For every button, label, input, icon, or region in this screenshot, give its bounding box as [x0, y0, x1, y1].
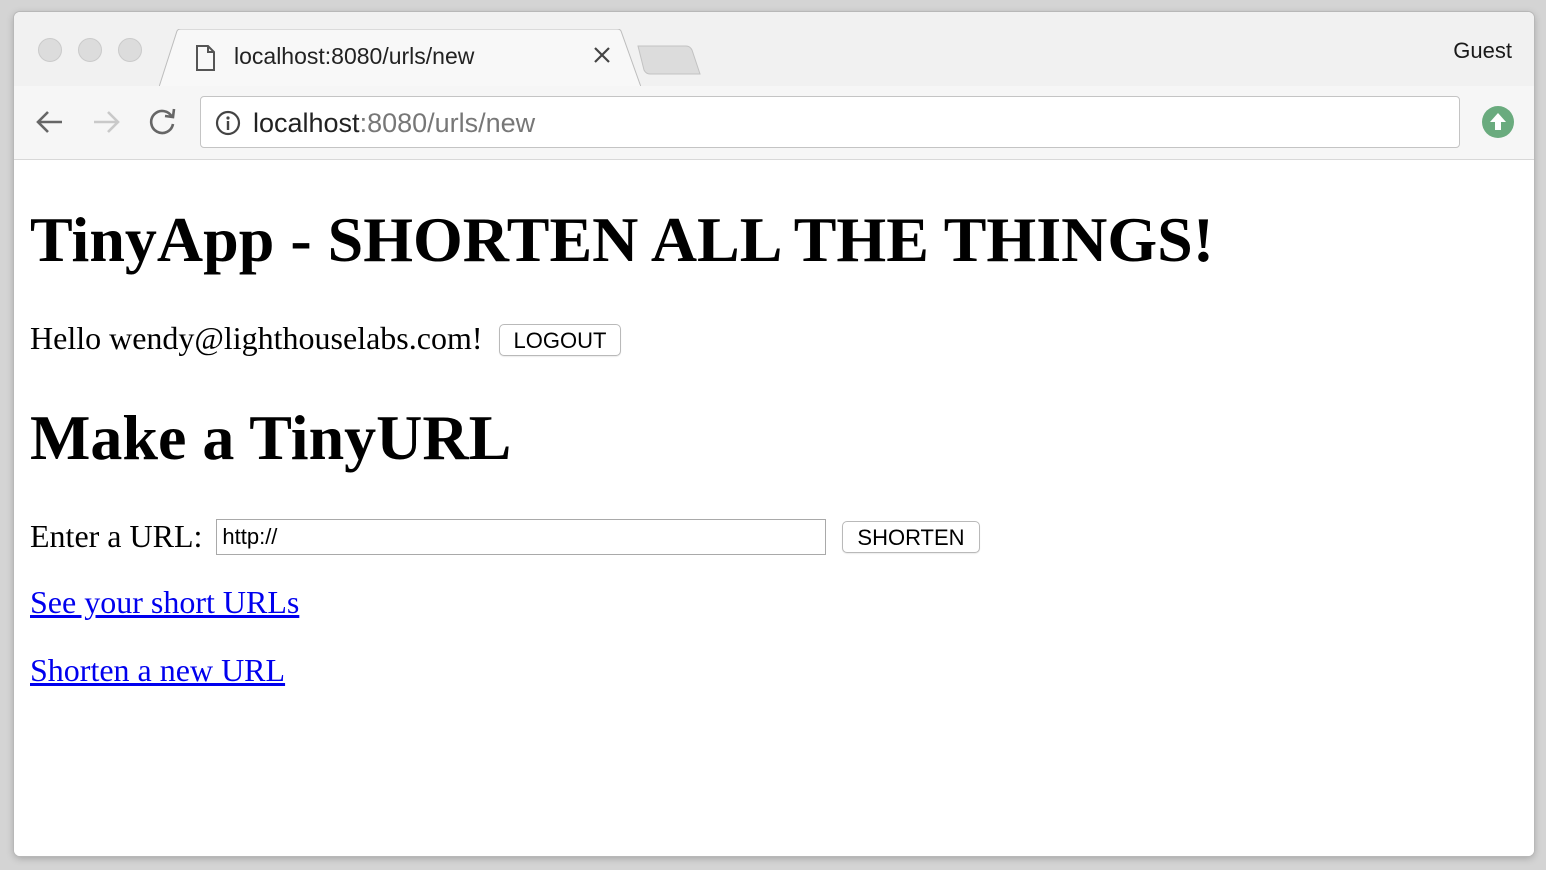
- minimize-window-button[interactable]: [78, 38, 102, 62]
- shorten-new-url-link[interactable]: Shorten a new URL: [30, 652, 285, 689]
- arrow-right-icon[interactable]: [90, 106, 122, 138]
- see-short-urls-link[interactable]: See your short URLs: [30, 584, 299, 621]
- shorten-form: Enter a URL: SHORTEN: [30, 516, 980, 556]
- close-icon[interactable]: [591, 44, 613, 66]
- shorten-button[interactable]: SHORTEN: [842, 520, 980, 553]
- section-title: Make a TinyURL: [30, 402, 512, 473]
- address-path: :8080/urls/new: [359, 108, 536, 138]
- tab-title: localhost:8080/urls/new: [234, 43, 475, 69]
- url-input[interactable]: [216, 518, 827, 555]
- browser-window: localhost:8080/urls/new Guest localhost:…: [14, 12, 1534, 856]
- page-content: TinyApp - SHORTEN ALL THE THINGS! Hello …: [14, 160, 1534, 856]
- url-field-label: Enter a URL:: [30, 518, 203, 554]
- logout-button[interactable]: LOGOUT: [498, 323, 622, 356]
- page-title: TinyApp - SHORTEN ALL THE THINGS!: [30, 204, 1214, 275]
- greeting-text: Hello wendy@lighthouselabs.com!: [30, 320, 483, 356]
- arrow-left-icon[interactable]: [34, 106, 66, 138]
- maximize-window-button[interactable]: [118, 38, 142, 62]
- info-icon[interactable]: [215, 110, 241, 141]
- update-arrow-icon[interactable]: [1482, 106, 1514, 143]
- new-tab-button[interactable]: [636, 44, 702, 81]
- active-tab[interactable]: localhost:8080/urls/new: [159, 29, 641, 87]
- profile-label[interactable]: Guest: [1453, 38, 1512, 64]
- page-icon: [195, 45, 215, 76]
- toolbar: localhost:8080/urls/new: [14, 86, 1534, 160]
- user-greeting-row: Hello wendy@lighthouselabs.com! LOGOUT: [30, 318, 622, 358]
- close-window-button[interactable]: [38, 38, 62, 62]
- address-bar[interactable]: localhost:8080/urls/new: [200, 96, 1460, 148]
- reload-icon[interactable]: [146, 106, 178, 138]
- address-text: localhost:8080/urls/new: [253, 108, 535, 139]
- tab-strip: localhost:8080/urls/new Guest: [14, 12, 1534, 87]
- address-host: localhost: [253, 108, 360, 138]
